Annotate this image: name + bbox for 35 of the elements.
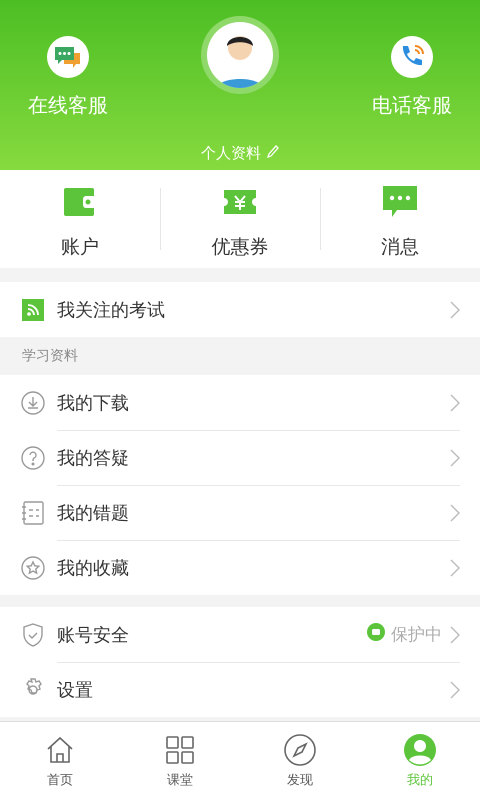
download-icon — [20, 390, 44, 414]
ticket-icon — [222, 188, 258, 216]
shortcut-button[interactable]: 消息 — [320, 170, 480, 268]
shield-icon — [20, 622, 44, 646]
chevron-right-icon — [450, 300, 460, 318]
chevron-right-icon — [450, 449, 460, 467]
home-icon — [45, 735, 75, 765]
menu-label: 我的下载 — [57, 392, 130, 414]
shortcut-button[interactable]: 优惠券 — [160, 170, 320, 268]
menu-label: 我关注的考试 — [57, 298, 166, 322]
chevron-right-icon — [450, 559, 460, 577]
chevron-right-icon — [450, 504, 460, 522]
tab[interactable]: 首页 — [0, 722, 120, 800]
shortcut-button[interactable]: 账户 — [0, 170, 160, 268]
rss-icon — [22, 298, 44, 320]
menu-label: 账号安全 — [57, 624, 130, 646]
menu-label: 我的错题 — [57, 502, 130, 525]
menu-label: 我的答疑 — [57, 447, 130, 470]
pencil-icon — [267, 144, 279, 158]
wallet-icon — [63, 187, 97, 217]
chevron-right-icon — [450, 681, 460, 699]
chevron-right-icon — [450, 394, 460, 412]
chevron-right-icon — [450, 626, 460, 644]
grid-icon — [166, 736, 194, 764]
chat-bubble-icon — [382, 185, 418, 219]
tab[interactable]: 课堂 — [120, 722, 240, 800]
user-icon — [404, 734, 436, 766]
notebook-icon — [20, 500, 44, 524]
tab[interactable]: 发现 — [240, 722, 360, 800]
question-icon — [20, 446, 44, 470]
chat-icon — [54, 45, 82, 69]
compass-icon — [284, 734, 316, 766]
menu-label: 设置 — [57, 679, 94, 702]
status-text: 保护中 — [391, 624, 442, 646]
menu-label: 我的收藏 — [57, 557, 130, 580]
